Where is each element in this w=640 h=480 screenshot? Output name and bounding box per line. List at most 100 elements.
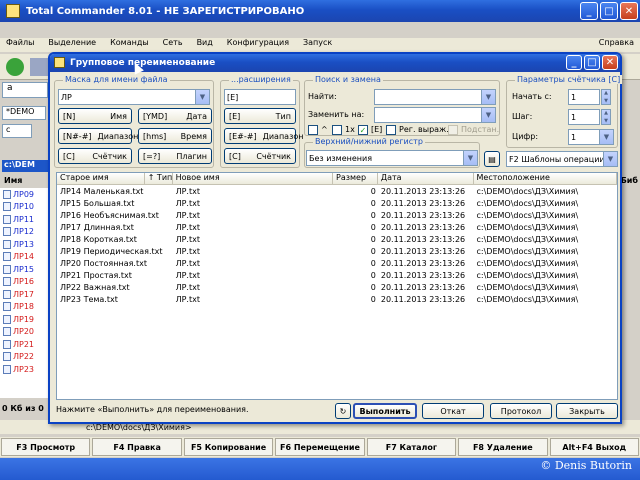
col-header[interactable]: Дата bbox=[378, 173, 474, 184]
once-checkbox[interactable] bbox=[332, 125, 342, 135]
rename-file-list[interactable]: Старое имя ↑ Тип Новое имя Размер Дата Местоп… bbox=[56, 172, 618, 400]
table-row[interactable]: ЛР15 Большая.txt ЛР.txt 0 20.11.2013 23:13:… bbox=[57, 197, 617, 209]
function-key-button[interactable]: F7 Каталог bbox=[366, 438, 457, 456]
size-cell: 0 bbox=[370, 246, 376, 256]
ext-button[interactable]: [E] Тип bbox=[224, 108, 296, 124]
mask-button[interactable]: [N#-#] Диапазон bbox=[58, 128, 138, 144]
left-file-row[interactable]: ЛР22 bbox=[0, 351, 50, 364]
drive-selector[interactable]: a bbox=[2, 82, 48, 98]
menu-item-help[interactable]: Справка bbox=[599, 38, 634, 47]
path-short[interactable]: *DEMO bbox=[2, 106, 46, 120]
table-row[interactable]: ЛР19 Периодическая.txt ЛР.txt 0 20.11.2013 … bbox=[57, 245, 617, 257]
menu-item[interactable]: Выделение bbox=[48, 38, 96, 52]
menu-item[interactable]: Сеть bbox=[163, 38, 183, 52]
case-select[interactable]: Без изменения ▼ bbox=[306, 150, 478, 166]
left-file-row[interactable]: ЛР18 bbox=[0, 301, 50, 314]
menu-item[interactable]: Конфигурация bbox=[227, 38, 289, 52]
col-type[interactable]: ↑ Тип bbox=[145, 173, 173, 184]
left-file-row[interactable]: ЛР20 bbox=[0, 326, 50, 339]
chevron-down-icon[interactable]: ▼ bbox=[195, 90, 209, 104]
maximize-icon[interactable]: □ bbox=[600, 2, 618, 20]
close-icon[interactable]: ✕ bbox=[620, 2, 638, 20]
regex-checkbox[interactable] bbox=[386, 125, 396, 135]
table-row[interactable]: ЛР18 Короткая.txt ЛР.txt 0 20.11.2013 23:13… bbox=[57, 233, 617, 245]
replace-input[interactable]: ▼ bbox=[374, 107, 496, 123]
drive-c-selector[interactable]: c bbox=[2, 124, 32, 138]
ext-button[interactable]: [C] Счётчик bbox=[224, 148, 296, 164]
left-file-row[interactable]: ЛР16 bbox=[0, 276, 50, 289]
caret-checkbox[interactable] bbox=[308, 125, 318, 135]
col-header[interactable]: Новое имя bbox=[173, 173, 334, 184]
panel-path[interactable]: c:\DEM bbox=[2, 160, 50, 172]
left-file-row[interactable]: ЛР10 bbox=[0, 201, 50, 214]
templates-button[interactable]: ▤ bbox=[484, 151, 500, 167]
function-key-button[interactable]: Alt+F4 Выход bbox=[549, 438, 639, 456]
left-file-row[interactable]: ЛР21 bbox=[0, 338, 50, 351]
dialog-close-icon[interactable]: ✕ bbox=[602, 55, 618, 70]
left-file-row[interactable]: ЛР09 bbox=[0, 188, 50, 201]
table-row[interactable]: ЛР21 Простая.txt ЛР.txt 0 20.11.2013 23:13:… bbox=[57, 269, 617, 281]
table-row[interactable]: ЛР23 Тема.txt ЛР.txt 0 20.11.2013 23:13:26 c… bbox=[57, 293, 617, 305]
function-key-button[interactable]: F4 Правка bbox=[92, 438, 182, 456]
left-file-row[interactable]: ЛР11 bbox=[0, 213, 50, 226]
table-row[interactable]: ЛР17 Длинная.txt ЛР.txt 0 20.11.2013 23:13:… bbox=[57, 221, 617, 233]
menu-item[interactable]: Команды bbox=[110, 38, 149, 52]
menu-item[interactable]: Вид bbox=[197, 38, 213, 52]
left-file-row[interactable]: ЛР12 bbox=[0, 226, 50, 239]
left-file-row[interactable]: ЛР17 bbox=[0, 288, 50, 301]
ext-button[interactable]: [E#-#] Диапазон bbox=[224, 128, 303, 144]
close-button[interactable]: Закрыть bbox=[556, 403, 618, 419]
left-file-row[interactable]: ЛР14 bbox=[0, 251, 50, 264]
mask-button[interactable]: [=?] Плагин bbox=[138, 148, 212, 164]
start-input[interactable]: 1 bbox=[568, 89, 600, 105]
table-row[interactable]: ЛР20 Постоянная.txt ЛР.txt 0 20.11.2013 23:… bbox=[57, 257, 617, 269]
old-name-cell: ЛР23 Тема.txt bbox=[60, 294, 118, 304]
mask-input[interactable]: ЛР ▼ bbox=[58, 89, 210, 105]
col-header[interactable]: Местоположение bbox=[474, 173, 617, 184]
view-icon[interactable] bbox=[30, 58, 48, 76]
step-spinner[interactable]: ▲ ▼ bbox=[601, 109, 611, 125]
table-row[interactable]: ЛР14 Маленькая.txt ЛР.txt 0 20.11.2013 23:1… bbox=[57, 185, 617, 197]
col-right-header[interactable]: Биб bbox=[621, 176, 638, 185]
dialog-maximize-icon[interactable]: □ bbox=[584, 55, 600, 70]
undo-button[interactable]: Откат bbox=[422, 403, 484, 419]
dialog-minimize-icon[interactable]: _ bbox=[566, 55, 582, 70]
chevron-down-icon[interactable]: ▼ bbox=[463, 151, 477, 165]
table-row[interactable]: ЛР16 Необъяснимая.txt ЛР.txt 0 20.11.2013 2… bbox=[57, 209, 617, 221]
mask-button[interactable]: [hms] Время bbox=[138, 128, 212, 144]
find-input[interactable]: ▼ bbox=[374, 89, 496, 105]
left-file-row[interactable]: ЛР23 bbox=[0, 363, 50, 376]
ext-input[interactable]: [E] bbox=[224, 89, 296, 105]
function-key-button[interactable]: F6 Перемещение bbox=[275, 438, 365, 456]
chevron-down-icon[interactable]: ▼ bbox=[599, 130, 613, 144]
mask-button[interactable]: [C] Счётчик bbox=[58, 148, 132, 164]
start-spinner[interactable]: ▲ ▼ bbox=[601, 89, 611, 105]
left-file-row[interactable]: ЛР19 bbox=[0, 313, 50, 326]
left-file-row[interactable]: ЛР13 bbox=[0, 238, 50, 251]
function-key-button[interactable]: F5 Копирование bbox=[183, 438, 274, 456]
table-row[interactable]: ЛР22 Важная.txt ЛР.txt 0 20.11.2013 23:13:2… bbox=[57, 281, 617, 293]
menu-item[interactable]: Файлы bbox=[6, 38, 34, 52]
col-old-name[interactable]: Старое имя bbox=[57, 173, 145, 184]
col-header[interactable]: Размер bbox=[333, 173, 378, 184]
log-button[interactable]: Протокол bbox=[490, 403, 552, 419]
function-key-button[interactable]: F8 Удаление bbox=[458, 438, 548, 456]
ext-checkbox[interactable]: ✓ bbox=[358, 125, 368, 135]
minimize-icon[interactable]: _ bbox=[580, 2, 598, 20]
mask-button[interactable]: [YMD] Дата bbox=[138, 108, 212, 124]
menu-item[interactable]: Запуск bbox=[303, 38, 332, 52]
chevron-down-icon[interactable]: ▼ bbox=[603, 152, 617, 166]
function-key-button[interactable]: F3 Просмотр bbox=[1, 438, 91, 456]
subst-checkbox[interactable] bbox=[448, 125, 458, 135]
digits-select[interactable]: 1 ▼ bbox=[568, 129, 614, 145]
templates-select[interactable]: F2 Шаблоны операции ▼ bbox=[506, 151, 618, 167]
refresh-icon[interactable] bbox=[6, 58, 24, 76]
undo-small-button[interactable]: ↻ bbox=[335, 403, 351, 419]
run-button[interactable]: Выполнить bbox=[353, 403, 417, 419]
left-file-row[interactable]: ЛР15 bbox=[0, 263, 50, 276]
chevron-down-icon[interactable]: ▼ bbox=[481, 90, 495, 104]
mask-button[interactable]: [N] Имя bbox=[58, 108, 132, 124]
chevron-down-icon[interactable]: ▼ bbox=[481, 108, 495, 122]
step-input[interactable]: 1 bbox=[568, 109, 600, 125]
col-name-header[interactable]: Имя bbox=[4, 176, 22, 185]
